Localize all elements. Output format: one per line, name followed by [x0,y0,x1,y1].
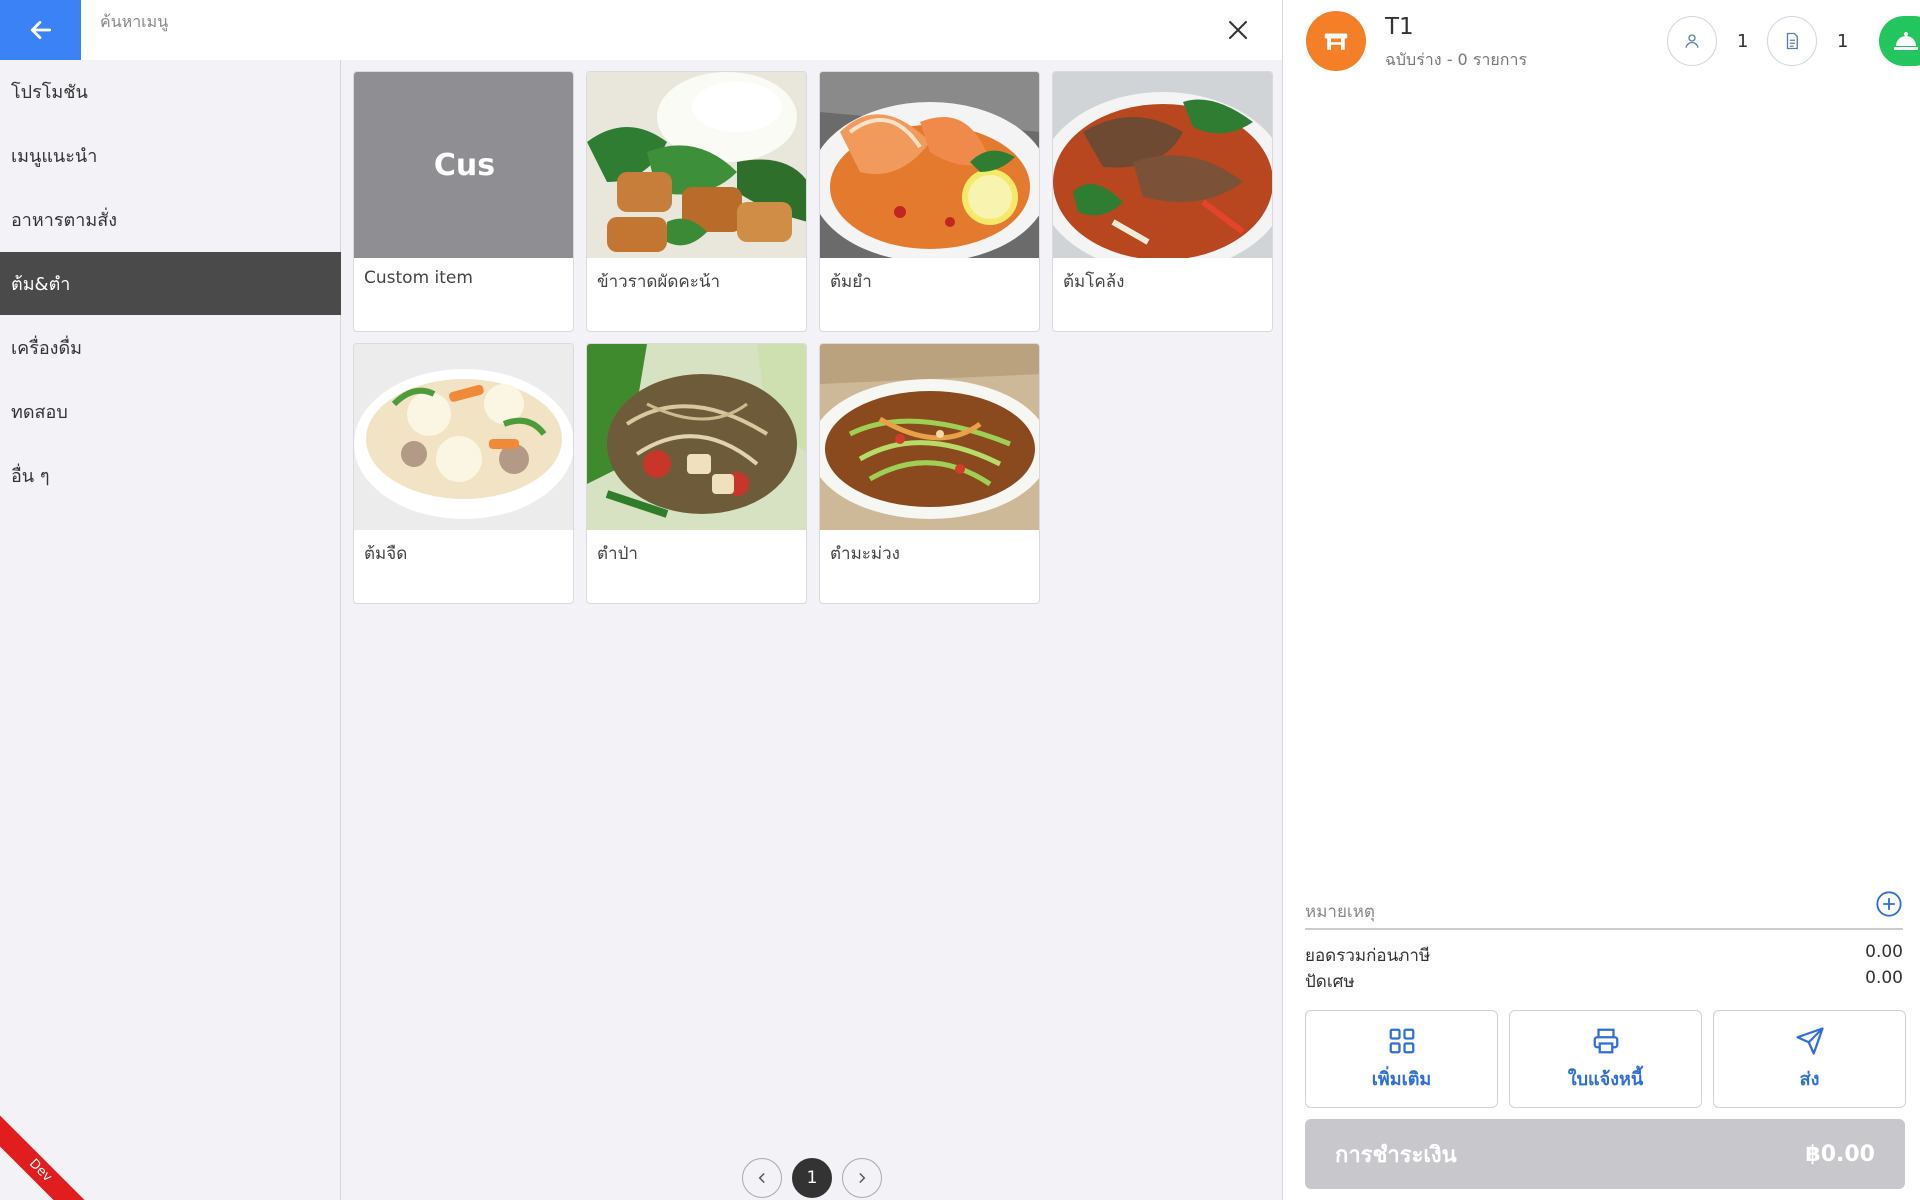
subtotal-value: 0.00 [1865,942,1903,962]
order-status: ฉบับร่าง - 0 รายการ [1385,50,1528,69]
order-header: T1 ฉบับร่าง - 0 รายการ 1 1 [1283,0,1920,90]
next-page-button[interactable] [842,1158,882,1198]
menu-card-tam-pa[interactable]: ตำป่า [586,343,807,604]
page-number-button[interactable]: 1 [792,1158,832,1198]
guest-count-button[interactable] [1667,16,1717,66]
payment-button[interactable]: การชำระเงิน ฿0.00 [1305,1119,1905,1189]
invoice-button-label: ใบแจ้งหนี้ [1567,1068,1644,1090]
clear-search-button[interactable] [1220,12,1256,48]
category-sidebar: โปรโมชัน เมนูแนะนำ อาหารตามสั่ง ต้ม&ตำ เ… [0,60,341,1200]
category-drinks[interactable]: เครื่องดื่ม [0,316,341,379]
menu-item-label: ตำป่า [597,544,638,564]
pagination: 1 [742,1158,882,1198]
send-button-label: ส่ง [1799,1068,1820,1090]
plus-circle-icon [1876,891,1902,917]
order-panel: T1 ฉบับร่าง - 0 รายการ 1 1 หมายเหตุ ยอดร… [1282,0,1920,1200]
menu-area: โปรโมชัน เมนูแนะนำ อาหารตามสั่ง ต้ม&ตำ เ… [0,0,1282,1200]
menu-card-custom-item[interactable]: Cus Custom item [353,71,574,332]
send-icon [1795,1026,1824,1055]
arrow-left-icon [30,21,51,39]
custom-item-thumb-text: Cus [354,72,573,258]
search-input[interactable] [100,8,1190,34]
back-button[interactable] [0,0,81,60]
document-icon [1786,32,1798,50]
grid-icon [1389,1028,1414,1053]
menu-thumb: Cus [354,72,573,258]
payment-label: การชำระเงิน [1335,1142,1457,1168]
category-a-la-carte[interactable]: อาหารตามสั่ง [0,188,341,251]
food-image [820,72,1039,258]
menu-item-label: ต้มยำ [830,272,872,292]
menu-card-tom-klong[interactable]: ต้มโคล้ง [1052,71,1273,332]
category-promotion[interactable]: โปรโมชัน [0,60,341,123]
food-image [587,72,806,258]
menu-card-khao-rad-kana[interactable]: ข้าวราดผัดคะน้า [586,71,807,332]
menu-item-label: ตำมะม่วง [830,544,900,564]
guest-count: 1 [1737,31,1749,52]
menu-item-label: ข้าวราดผัดคะน้า [597,272,721,292]
food-image [354,344,573,530]
rounding-row: ปัดเศษ 0.00 [1305,968,1903,995]
food-image [587,344,806,530]
category-test[interactable]: ทดสอบ [0,380,341,443]
category-others[interactable]: อื่น ๆ [0,444,341,507]
menu-item-label: ต้มโคล้ง [1063,272,1125,292]
table-icon [1306,11,1366,71]
menu-item-label: Custom item [364,268,473,288]
chevron-left-icon [758,1173,765,1183]
add-note-button[interactable] [1875,890,1903,918]
rounding-label: ปัดเศษ [1305,972,1355,992]
category-recommended[interactable]: เมนูแนะนำ [0,124,341,187]
menu-card-tom-jued[interactable]: ต้มจืด [353,343,574,604]
category-soup-salad[interactable]: ต้ม&ตำ [0,252,341,315]
menu-card-tam-mamuang[interactable]: ตำมะม่วง [819,343,1040,604]
chevron-right-icon [859,1173,866,1183]
note-field[interactable]: หมายเหตุ [1305,890,1903,930]
food-image [1053,72,1272,258]
serve-button[interactable] [1879,16,1920,66]
invoice-button[interactable]: ใบแจ้งหนี้ [1509,1010,1702,1108]
bill-count-button[interactable] [1767,16,1817,66]
subtotal-label: ยอดรวมก่อนภาษี [1305,946,1431,966]
cloche-icon [1894,32,1918,50]
send-button[interactable]: ส่ง [1713,1010,1906,1108]
search-bar [0,0,1282,60]
food-image [820,344,1039,530]
payment-amount: ฿0.00 [1805,1141,1875,1167]
close-icon [1229,21,1247,39]
bill-count: 1 [1837,31,1849,52]
more-button[interactable]: เพิ่มเติม [1305,1010,1498,1108]
more-button-label: เพิ่มเติม [1371,1068,1432,1090]
table-name: T1 [1385,14,1414,40]
rounding-value: 0.00 [1865,968,1903,988]
menu-item-label: ต้มจืด [364,544,408,564]
printer-icon [1593,1028,1618,1053]
subtotal-row: ยอดรวมก่อนภาษี 0.00 [1305,942,1903,969]
prev-page-button[interactable] [742,1158,782,1198]
menu-card-tom-yum[interactable]: ต้มยำ [819,71,1040,332]
person-icon [1685,34,1699,48]
note-label: หมายเหตุ [1305,902,1375,922]
